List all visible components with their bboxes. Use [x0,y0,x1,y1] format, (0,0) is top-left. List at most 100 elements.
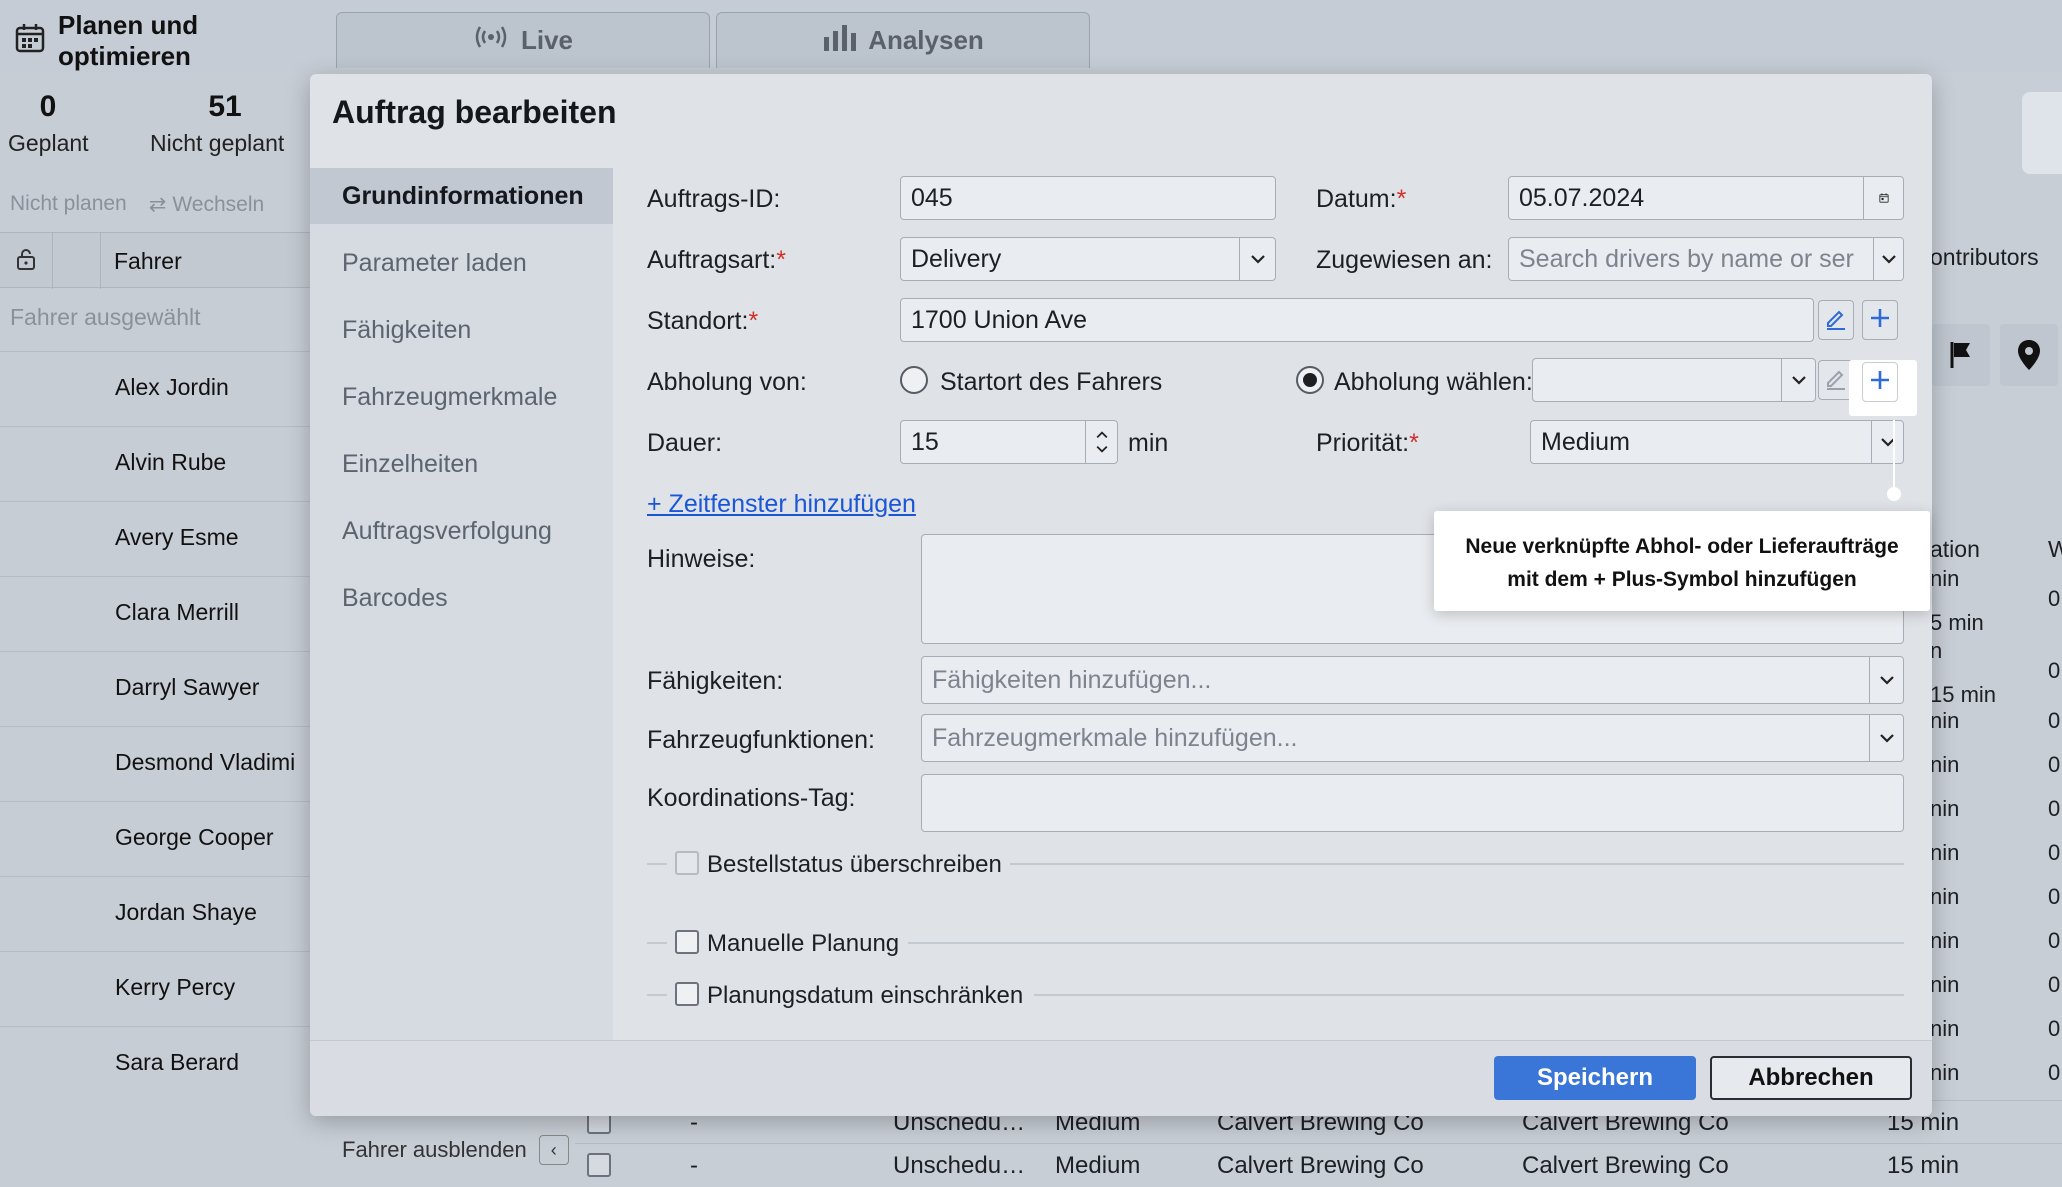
divider-line [647,994,667,996]
save-button[interactable]: Speichern [1494,1056,1696,1100]
tab-analytics[interactable]: Analysen [716,12,1090,68]
tab-plan[interactable]: Planen und optimieren [0,0,330,82]
driver-row[interactable]: Alvin Rube [0,426,310,501]
driver-row[interactable]: Alex Jordin [0,351,310,426]
dialog-nav-item[interactable]: Einzelheiten [310,436,613,492]
driver-row[interactable]: Sara Berard [0,1026,310,1101]
dont-plan-button[interactable]: Nicht planen [10,192,127,217]
divider-line [1010,863,1904,865]
background-count-cell: 0 [2048,586,2061,611]
order-location-cell: Calvert Brewing Co [1522,1152,1729,1179]
hide-drivers-label: Fahrer ausblenden [342,1137,527,1162]
assigned-to-label: Zugewiesen an: [1316,246,1493,274]
vehicle-features-label: Fahrzeugfunktionen: [647,726,875,754]
driver-row[interactable]: Darryl Sawyer [0,651,310,726]
dialog-nav-item[interactable]: Fahrzeugmerkmale [310,369,613,425]
background-duration-cell: nin [1930,566,1960,591]
unplanned-stat: 51 Nicht geplant [150,90,300,156]
assigned-driver-search[interactable]: Search drivers by name or ser [1508,237,1904,281]
row-checkbox[interactable] [587,1153,611,1177]
order-priority-cell: Medium [1055,1152,1141,1179]
dialog-nav-item[interactable]: Fähigkeiten [310,302,613,358]
required-marker: * [776,246,786,274]
stepper-arrows-icon[interactable] [1085,421,1117,463]
drivers-selected-label: Fahrer ausgewählt [10,304,201,330]
manual-planning-label: Manuelle Planung [707,930,900,957]
background-duration-cell: nin [1930,884,1960,909]
required-marker: * [1396,185,1407,213]
planned-label: Geplant [8,130,89,156]
plus-icon [1869,307,1891,334]
lock-icon[interactable] [14,247,38,271]
tab-live[interactable]: Live [336,12,710,68]
restrict-date-checkbox[interactable] [675,982,699,1006]
dialog-nav-item[interactable]: Barcodes [310,570,613,626]
chevron-down-icon [1239,238,1275,280]
add-linked-order-button[interactable] [1862,362,1898,402]
restrict-date-label: Planungsdatum einschränken [707,982,1024,1009]
background-duration-cell: nin [1930,708,1960,733]
date-label-text: Datum: [1316,185,1397,213]
background-duration-cell: 5 min [1930,610,1984,635]
map-layer-thumbnail[interactable] [2022,92,2062,174]
background-count-cell: 0 [2048,884,2061,909]
manual-planning-checkbox[interactable] [675,930,699,954]
priority-select[interactable]: Medium [1530,420,1904,464]
background-duration-cell: nin [1930,796,1960,821]
calendar-picker-icon[interactable] [1863,177,1903,219]
pickup-driver-start-radio[interactable] [900,366,928,394]
driver-row[interactable]: Kerry Percy [0,951,310,1026]
location-label-text: Standort: [647,307,749,335]
location-field[interactable]: 1700 Union Ave [900,298,1814,342]
chevron-down-icon [1869,657,1903,703]
dialog-nav-item[interactable]: Grundinformationen [310,168,613,224]
order-type-select[interactable]: Delivery [900,237,1276,281]
planning-stats: 0 Geplant 51 Nicht geplant [0,90,310,170]
order-type-value: Delivery [911,244,1002,273]
pickup-choose-radio[interactable] [1296,366,1324,394]
driver-name: Darryl Sawyer [115,674,260,700]
chevron-left-icon[interactable]: ‹ [538,1135,569,1165]
vehicle-features-multiselect[interactable]: Fahrzeugmerkmale hinzufügen... [921,714,1904,762]
add-time-window-link[interactable]: + Zeitfenster hinzufügen [647,490,916,519]
driver-row[interactable]: Clara Merrill [0,576,310,651]
map-pin-icon[interactable] [2000,324,2058,386]
order-id-field[interactable]: 045 [900,176,1276,220]
override-status-checkbox[interactable] [675,851,699,875]
dialog-nav-item[interactable]: Auftragsverfolgung [310,503,613,559]
override-status-label: Bestellstatus überschreiben [707,851,1002,878]
cancel-button[interactable]: Abbrechen [1710,1056,1912,1100]
pickup-select[interactable] [1532,358,1816,402]
driver-row[interactable]: Jordan Shaye [0,876,310,951]
date-field[interactable]: 05.07.2024 [1508,176,1904,220]
dialog-nav-item[interactable]: Parameter laden [310,235,613,291]
background-count-cell: 0 [2048,1060,2061,1085]
driver-row[interactable]: Desmond Vladimi [0,726,310,801]
table-row[interactable]: - Unschedu… Medium Calvert Brewing Co Calver… [575,1143,2062,1186]
flag-icon[interactable] [1932,324,1990,386]
edit-location-button[interactable] [1818,300,1854,340]
add-location-button[interactable] [1862,300,1898,340]
driver-name: Kerry Percy [115,974,236,1000]
hide-drivers-control[interactable]: Fahrer ausblenden ‹ [342,1135,569,1165]
background-count-cell: 0 [2048,1016,2061,1041]
priority-value: Medium [1541,427,1630,456]
shuffle-icon: ⇄ [148,193,167,216]
coordination-tag-field[interactable] [921,774,1904,832]
skills-multiselect[interactable]: Fähigkeiten hinzufügen... [921,656,1904,704]
duration-stepper[interactable]: 15 [900,420,1118,464]
driver-name: Jordan Shaye [115,899,257,925]
tooltip-pointer-line [1893,420,1895,496]
order-duration-cell: 15 min [1887,1152,1960,1179]
background-duration-cell: nin [1930,928,1960,953]
divider-line [647,863,667,865]
pencil-icon [1824,366,1848,395]
duration-value: 15 [911,427,939,456]
driver-row[interactable]: George Cooper [0,801,310,876]
driver-row[interactable]: Avery Esme [0,501,310,576]
pickup-driver-start-label[interactable]: Startort des Fahrers [940,368,1162,397]
driver-column-header[interactable]: Fahrer [114,248,182,275]
switch-button[interactable]: ⇄ Wechseln [149,192,264,217]
pickup-choose-label[interactable]: Abholung wählen: [1334,368,1533,397]
tab-live-label: Live [520,25,574,55]
